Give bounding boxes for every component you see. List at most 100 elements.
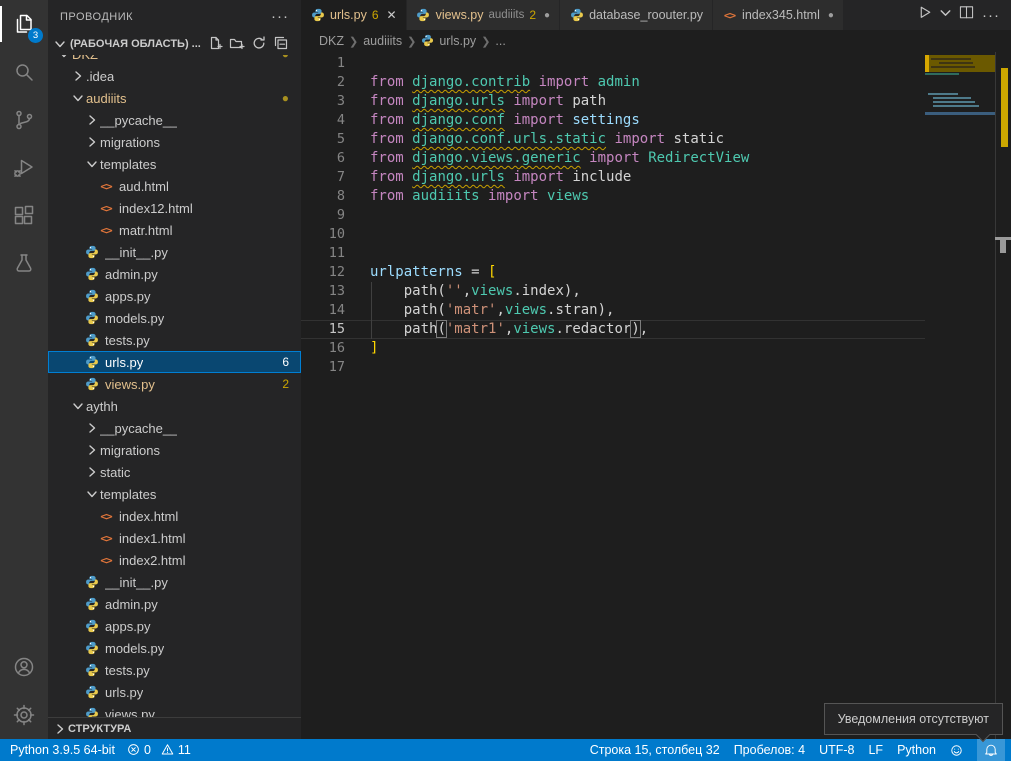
activity-account-icon[interactable] — [0, 643, 48, 691]
code-line[interactable]: 7from django.urls import include — [301, 168, 925, 187]
tree-item--pycache-[interactable]: __pycache__ — [48, 109, 301, 131]
tree-item-apps-py[interactable]: apps.py — [48, 285, 301, 307]
feedback-icon[interactable] — [950, 739, 963, 761]
activity-explorer-icon[interactable]: 3 — [0, 0, 48, 48]
tree-item-label: urls.py — [105, 685, 143, 700]
activity-extensions-icon[interactable] — [0, 192, 48, 240]
activity-search-icon[interactable] — [0, 48, 48, 96]
tree-item-matr-html[interactable]: <>matr.html — [48, 219, 301, 241]
breadcrumb-item[interactable]: ... — [495, 34, 505, 48]
breadcrumb-item[interactable]: audiiits — [363, 34, 402, 48]
eol-item[interactable]: LF — [868, 739, 883, 761]
code-line[interactable]: 15 path('matr1',views.redactor), — [301, 320, 925, 339]
sidebar-more-icon[interactable]: ··· — [271, 8, 289, 25]
tree-item-templates[interactable]: templates — [48, 153, 301, 175]
tree-item-views-py[interactable]: views.py — [48, 703, 301, 717]
python-file-icon — [569, 8, 584, 23]
outline-section-header[interactable]: СТРУКТУРА — [48, 717, 301, 739]
code-editor[interactable]: 12from django.contrib import admin3from … — [301, 52, 1011, 739]
tree-item-templates[interactable]: templates — [48, 483, 301, 505]
code-line[interactable]: 3from django.urls import path — [301, 92, 925, 111]
line-number: 13 — [301, 282, 345, 301]
encoding-item[interactable]: UTF-8 — [819, 739, 854, 761]
split-editor-icon[interactable] — [958, 4, 975, 26]
modified-dot-icon[interactable]: ● — [544, 10, 550, 21]
sidebar-title-row: ПРОВОДНИК ··· — [48, 0, 301, 33]
code-line[interactable]: 11 — [301, 244, 925, 263]
modified-dot-icon[interactable]: ● — [828, 10, 834, 21]
tree-item-admin-py[interactable]: admin.py — [48, 263, 301, 285]
tree-item-aythh[interactable]: aythh — [48, 395, 301, 417]
tree-item-label: aythh — [86, 399, 118, 414]
code-line[interactable]: 2from django.contrib import admin — [301, 73, 925, 92]
activity-run-debug-icon[interactable] — [0, 144, 48, 192]
breadcrumb-item[interactable]: urls.py — [421, 34, 476, 48]
tree-item-index12-html[interactable]: <>index12.html — [48, 197, 301, 219]
problems-item[interactable]: 0 11 — [127, 739, 191, 761]
code-line[interactable]: 5from django.conf.urls.static import sta… — [301, 130, 925, 149]
tree-item-index-html[interactable]: <>index.html — [48, 505, 301, 527]
indentation-item[interactable]: Пробелов: 4 — [734, 739, 805, 761]
tree-item-migrations[interactable]: migrations — [48, 439, 301, 461]
code-line[interactable]: 1 — [301, 54, 925, 73]
python-file-icon — [84, 244, 100, 260]
tree-item-audiiits[interactable]: audiiits● — [48, 87, 301, 109]
tab-views-py[interactable]: views.pyaudiiits2● — [407, 0, 560, 30]
python-interpreter-item[interactable]: Python 3.9.5 64-bit — [10, 739, 115, 761]
code-line[interactable]: 6from django.views.generic import Redire… — [301, 149, 925, 168]
tab-index345-html[interactable]: <>index345.html● — [713, 0, 844, 30]
tree-item-label: __pycache__ — [100, 421, 177, 436]
code-line[interactable]: 13 path('',views.index), — [301, 282, 925, 301]
tree-item--idea[interactable]: .idea — [48, 65, 301, 87]
tree-item-label: index2.html — [119, 553, 185, 568]
editor-scrollbar[interactable] — [995, 52, 1011, 739]
tree-item-index2-html[interactable]: <>index2.html — [48, 549, 301, 571]
tree-item-apps-py[interactable]: apps.py — [48, 615, 301, 637]
new-file-icon[interactable] — [207, 35, 223, 54]
tree-item-urls-py[interactable]: urls.py — [48, 681, 301, 703]
minimap[interactable] — [925, 52, 995, 739]
html-file-icon: <> — [98, 222, 114, 238]
activity-testing-icon[interactable] — [0, 240, 48, 288]
tree-item-models-py[interactable]: models.py — [48, 637, 301, 659]
breadcrumb-label: ... — [495, 34, 505, 48]
tree-item--pycache-[interactable]: __pycache__ — [48, 417, 301, 439]
tree-item-tests-py[interactable]: tests.py — [48, 659, 301, 681]
tree-item-tests-py[interactable]: tests.py — [48, 329, 301, 351]
close-icon[interactable]: ✕ — [387, 8, 397, 22]
collapse-all-icon[interactable] — [273, 35, 289, 54]
tree-item-admin-py[interactable]: admin.py — [48, 593, 301, 615]
refresh-icon[interactable] — [251, 35, 267, 54]
tree-item-urls-py[interactable]: urls.py6 — [48, 351, 301, 373]
breadcrumb-item[interactable]: DKZ — [319, 34, 344, 48]
code-line[interactable]: 4from django.conf import settings — [301, 111, 925, 130]
code-line[interactable]: 12urlpatterns = [ — [301, 263, 925, 282]
tree-item--init-py[interactable]: __init__.py — [48, 241, 301, 263]
activity-source-control-icon[interactable] — [0, 96, 48, 144]
tree-item-models-py[interactable]: models.py — [48, 307, 301, 329]
code-line[interactable]: 9 — [301, 206, 925, 225]
run-button[interactable] — [916, 4, 933, 26]
run-dropdown-icon[interactable] — [937, 4, 954, 26]
code-line[interactable]: 14 path('matr',views.stran), — [301, 301, 925, 320]
new-folder-icon[interactable] — [229, 35, 245, 54]
tree-item-aud-html[interactable]: <>aud.html — [48, 175, 301, 197]
tree-item--init-py[interactable]: __init__.py — [48, 571, 301, 593]
tree-item-migrations[interactable]: migrations — [48, 131, 301, 153]
code-line[interactable]: 10 — [301, 225, 925, 244]
tree-item-index1-html[interactable]: <>index1.html — [48, 527, 301, 549]
workspace-section-header[interactable]: (РАБОЧАЯ ОБЛАСТЬ) ... — [48, 33, 301, 55]
code-line[interactable]: 17 — [301, 358, 925, 377]
code-line[interactable]: 8from audiiits import views — [301, 187, 925, 206]
notifications-bell-icon[interactable] — [977, 739, 1005, 761]
editor-more-icon[interactable]: ··· — [979, 7, 1003, 24]
tab-urls-py[interactable]: urls.py6✕ — [301, 0, 407, 30]
tab-database-roouter-py[interactable]: database_roouter.py — [560, 0, 713, 30]
activity-settings-icon[interactable] — [0, 691, 48, 739]
tree-item-dkz[interactable]: DKZ● — [48, 55, 301, 65]
code-line[interactable]: 16] — [301, 339, 925, 358]
tree-item-views-py[interactable]: views.py2 — [48, 373, 301, 395]
tree-item-static[interactable]: static — [48, 461, 301, 483]
language-mode-item[interactable]: Python — [897, 739, 936, 761]
cursor-position-item[interactable]: Строка 15, столбец 32 — [590, 739, 720, 761]
